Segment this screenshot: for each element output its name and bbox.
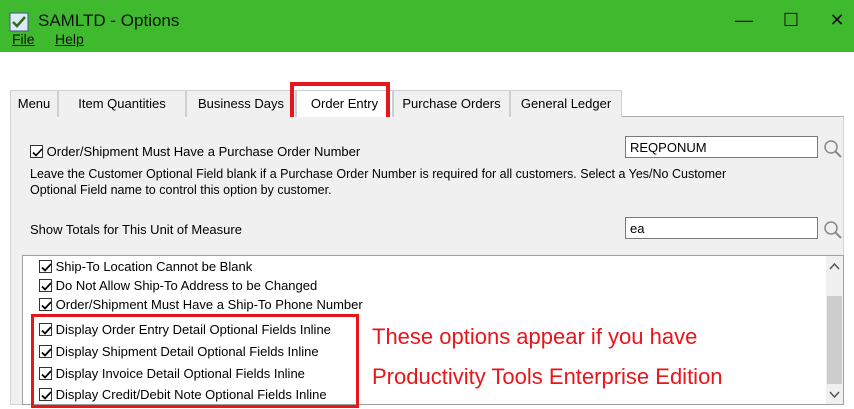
menu-help-label: Help (55, 31, 84, 47)
uom-label: Show Totals for This Unit of Measure (30, 222, 242, 237)
magnifier-icon[interactable] (822, 138, 844, 160)
tab-strip: Menu Item Quantities Business Days Order… (10, 90, 844, 117)
title-bar: SAMLTD - Options — ☐ ✕ File Help (0, 0, 854, 52)
menu-file[interactable]: File (12, 31, 35, 47)
magnifier-icon[interactable] (822, 219, 844, 241)
checkmark-icon (32, 148, 43, 157)
menu-file-label: File (12, 31, 35, 47)
uom-input[interactable] (625, 217, 818, 239)
checkmark-icon (41, 301, 52, 310)
list-item-checkbox[interactable] (39, 279, 52, 292)
list-item-checkbox[interactable] (39, 260, 52, 273)
listbox-scrollbar[interactable] (826, 256, 843, 404)
po-help-line-1: Leave the Customer Optional Field blank … (30, 167, 727, 181)
list-item-label: Do Not Allow Ship-To Address to be Chang… (55, 278, 318, 293)
scroll-down-icon[interactable] (829, 391, 840, 399)
maximize-icon[interactable]: ☐ (778, 8, 804, 32)
checkmark-icon (41, 282, 52, 291)
checkmark-icon (41, 263, 52, 272)
minimize-icon[interactable]: — (731, 8, 757, 32)
tab-purchase-orders[interactable]: Purchase Orders (393, 90, 510, 117)
list-item[interactable]: Ship-To Location Cannot be Blank (39, 259, 252, 274)
scroll-up-icon[interactable] (829, 262, 840, 270)
po-optional-field-input[interactable] (625, 136, 818, 158)
tab-business-days[interactable]: Business Days (186, 90, 296, 117)
po-help-line-2: Optional Field name to control this opti… (30, 183, 332, 197)
enterprise-options-highlight (31, 314, 359, 408)
list-item-label: Ship-To Location Cannot be Blank (55, 259, 253, 274)
tab-item-quantities[interactable]: Item Quantities (58, 90, 186, 117)
app-check-icon (9, 12, 29, 32)
callout-line-1: These options appear if you have (372, 324, 698, 349)
callout-line-2: Productivity Tools Enterprise Edition (372, 364, 723, 389)
scrollbar-thumb[interactable] (827, 296, 842, 384)
close-icon[interactable]: ✕ (824, 8, 850, 32)
list-item-checkbox[interactable] (39, 298, 52, 311)
window-title: SAMLTD - Options (38, 11, 180, 30)
po-required-checkbox[interactable] (30, 145, 43, 158)
menu-help[interactable]: Help (55, 31, 84, 47)
list-item[interactable]: Order/Shipment Must Have a Ship-To Phone… (39, 297, 363, 312)
po-required-label: Order/Shipment Must Have a Purchase Orde… (46, 144, 361, 159)
list-item-label: Order/Shipment Must Have a Ship-To Phone… (55, 297, 363, 312)
tab-menu[interactable]: Menu (10, 90, 58, 117)
po-required-option[interactable]: Order/Shipment Must Have a Purchase Orde… (30, 144, 360, 159)
tab-general-ledger[interactable]: General Ledger (510, 90, 622, 117)
list-item[interactable]: Do Not Allow Ship-To Address to be Chang… (39, 278, 317, 293)
